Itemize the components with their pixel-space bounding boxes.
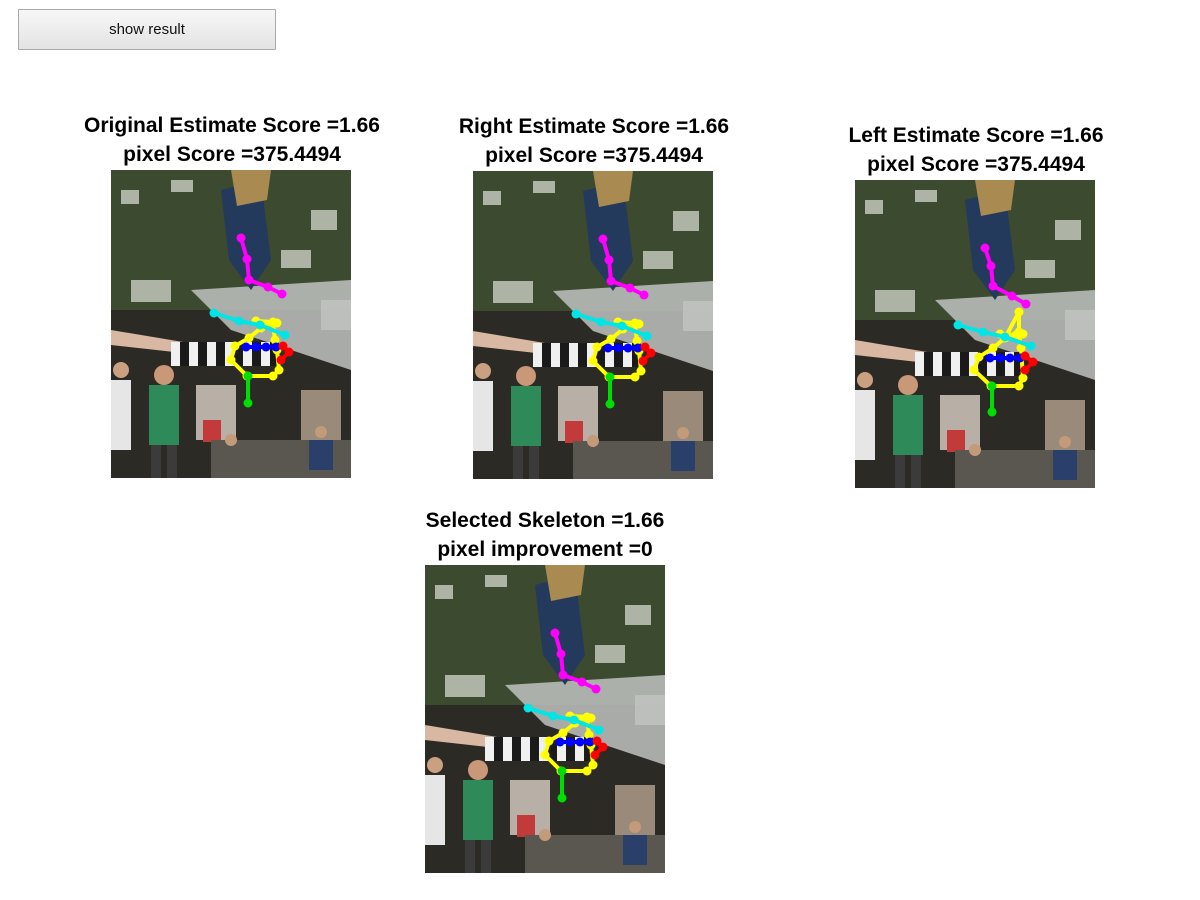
original-estimate-image bbox=[111, 170, 351, 478]
left-pixel-score: pixel Score =375.4494 bbox=[867, 153, 1085, 176]
right-estimate-title: Right Estimate Score =1.66 pixel Score =… bbox=[445, 112, 743, 170]
selected-skeleton-score: Selected Skeleton =1.66 bbox=[425, 509, 665, 532]
pixel-improvement: pixel improvement =0 bbox=[437, 538, 653, 561]
left-estimate-image bbox=[855, 180, 1095, 488]
left-estimate-score: Left Estimate Score =1.66 bbox=[848, 124, 1104, 147]
left-estimate-title: Left Estimate Score =1.66 pixel Score =3… bbox=[835, 121, 1117, 179]
right-estimate-image bbox=[473, 171, 713, 479]
original-estimate-title: Original Estimate Score =1.66 pixel Scor… bbox=[70, 111, 394, 169]
selected-skeleton-image bbox=[425, 565, 665, 873]
original-pixel-score: pixel Score =375.4494 bbox=[123, 143, 341, 166]
right-estimate-score: Right Estimate Score =1.66 bbox=[458, 115, 730, 138]
show-result-button[interactable]: show result bbox=[18, 9, 276, 50]
right-pixel-score: pixel Score =375.4494 bbox=[485, 144, 703, 167]
original-estimate-score: Original Estimate Score =1.66 bbox=[84, 114, 380, 137]
selected-skeleton-title: Selected Skeleton =1.66 pixel improvemen… bbox=[412, 506, 678, 564]
